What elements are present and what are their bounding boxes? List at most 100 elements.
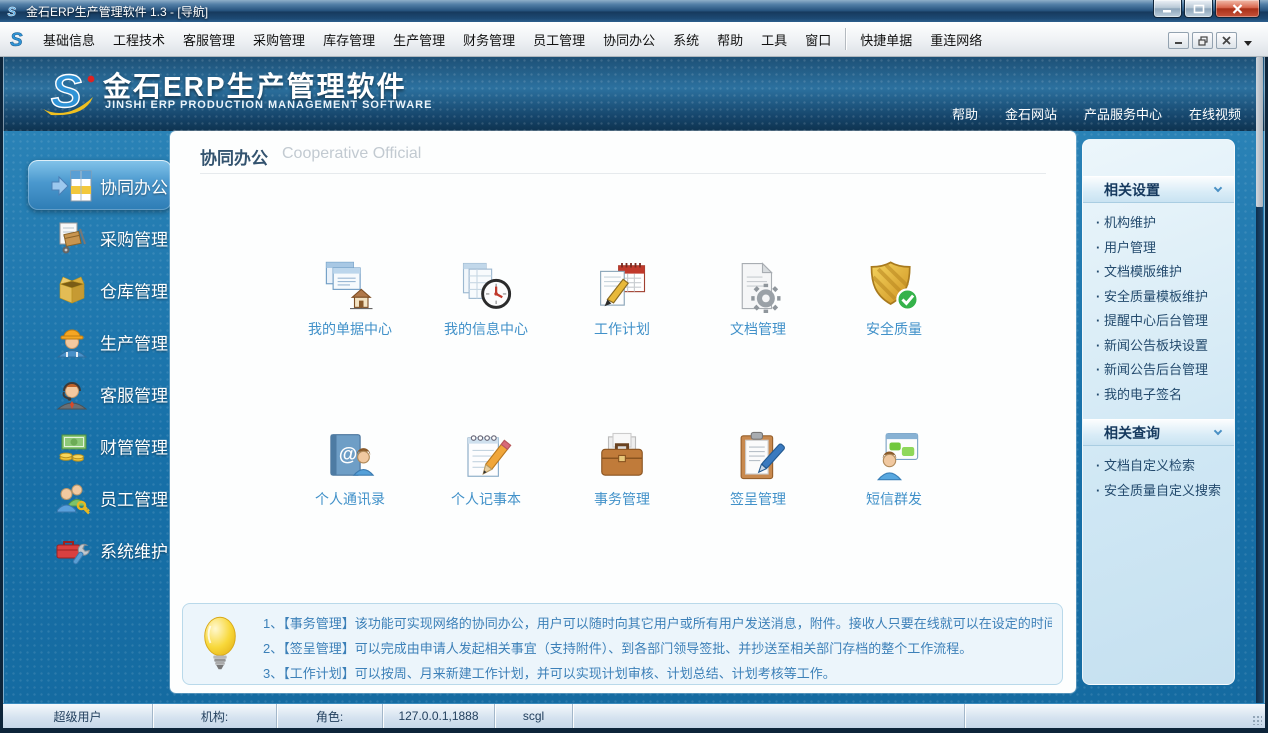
- maximize-button[interactable]: [1184, 0, 1213, 18]
- menu-logo-icon: S: [10, 30, 24, 50]
- mdi-close-button[interactable]: [1216, 32, 1237, 49]
- module-work-plan[interactable]: 工作计划: [554, 259, 690, 339]
- section-related-query[interactable]: 相关查询: [1083, 419, 1234, 446]
- menu-separator: [845, 28, 847, 50]
- header-banner: S 金石ERP生产管理软件 JINSHI ERP PRODUCTION MANA…: [3, 57, 1265, 131]
- menu-item-purchase[interactable]: 采购管理: [244, 26, 314, 53]
- module-personal-notebook[interactable]: 个人记事本: [418, 429, 554, 509]
- link-online-video[interactable]: 在线视频: [1189, 104, 1241, 123]
- link-jinshi-website[interactable]: 金石网站: [1005, 104, 1057, 123]
- module-my-bill-center[interactable]: 我的单据中心: [282, 259, 418, 339]
- tips-box: 1、【事务管理】该功能可实现网络的协同办公，用户可以随时向其它用户或所有用户发送…: [182, 603, 1063, 685]
- sidebar-item-customer-service[interactable]: 客服管理: [3, 368, 170, 420]
- purchase-icon: [49, 218, 95, 258]
- client-area: 协同办公 采购管理 仓库管理 生产管理 客服管理 财管管理 员工管理 系统维护 …: [3, 131, 1265, 703]
- main-panel: 协同办公 Cooperative Official 我的单据中心 我的信息中心 …: [170, 131, 1076, 693]
- resize-grip[interactable]: [1253, 716, 1262, 725]
- chevron-down-icon: [1213, 183, 1223, 193]
- rp-item-safety-template-maintenance[interactable]: 安全质量模板维护: [1096, 285, 1234, 310]
- module-label: 个人记事本: [451, 491, 521, 507]
- rp-item-news-admin[interactable]: 新闻公告后台管理: [1096, 358, 1234, 383]
- sidebar-item-system-maintenance[interactable]: 系统维护: [3, 524, 170, 576]
- menu-item-production[interactable]: 生产管理: [384, 26, 454, 53]
- module-label: 事务管理: [594, 491, 650, 507]
- notepad-pencil-icon: [467, 435, 512, 477]
- minimize-button[interactable]: [1153, 0, 1182, 18]
- sidebar-item-cooperative-office[interactable]: 协同办公: [3, 160, 172, 212]
- menu-item-inventory[interactable]: 库存管理: [314, 26, 384, 53]
- sidebar-item-production[interactable]: 生产管理: [3, 316, 170, 368]
- module-safety-quality[interactable]: 安全质量: [826, 259, 962, 339]
- rp-item-news-board-settings[interactable]: 新闻公告板块设置: [1096, 334, 1234, 359]
- status-org: 机构:: [153, 704, 277, 728]
- tip-line: 1、【事务管理】该功能可实现网络的协同办公，用户可以随时向其它用户或所有用户发送…: [263, 616, 1052, 631]
- sidebar-item-finance[interactable]: 财管管理: [3, 420, 170, 472]
- menu-bar: S 基础信息 工程技术 客服管理 采购管理 库存管理 生产管理 财务管理 员工管…: [0, 22, 1268, 57]
- module-label: 工作计划: [594, 321, 650, 337]
- module-personal-contacts[interactable]: @ 个人通讯录: [282, 429, 418, 509]
- sidebar-item-purchase[interactable]: 采购管理: [3, 212, 170, 264]
- rp-item-doc-template-maintenance[interactable]: 文档模版维护: [1096, 260, 1234, 285]
- status-server-address: 127.0.0.1,1888: [383, 704, 495, 728]
- people-key-icon: [49, 478, 95, 518]
- menu-item-help[interactable]: 帮助: [708, 26, 752, 53]
- rp-item-doc-custom-search[interactable]: 文档自定义检索: [1096, 454, 1234, 479]
- chevron-down-icon: [1213, 426, 1223, 436]
- menu-item-staff[interactable]: 员工管理: [524, 26, 594, 53]
- svg-text:S: S: [10, 30, 23, 50]
- module-label: 我的信息中心: [444, 321, 528, 337]
- right-edge-highlight: [1264, 57, 1265, 703]
- mdi-minimize-button[interactable]: [1168, 32, 1189, 49]
- menu-item-tools[interactable]: 工具: [752, 26, 796, 53]
- status-bar: 超级用户 机构: 角色: 127.0.0.1,1888 scgl: [3, 703, 1265, 728]
- module-sms-bulk-send[interactable]: 短信群发: [826, 429, 962, 509]
- banner-subtitle: JINSHI ERP PRODUCTION MANAGEMENT SOFTWAR…: [105, 99, 433, 111]
- mdi-menu-caret-icon[interactable]: [1244, 41, 1252, 46]
- menu-item-reconnect-network[interactable]: 重连网络: [921, 26, 991, 53]
- bill-center-icon: [325, 261, 373, 310]
- menu-item-finance[interactable]: 财务管理: [454, 26, 524, 53]
- link-help[interactable]: 帮助: [952, 104, 978, 123]
- vertical-scrollbar[interactable]: [1256, 57, 1263, 703]
- sidebar-item-warehouse[interactable]: 仓库管理: [3, 264, 170, 316]
- menu-item-system[interactable]: 系统: [664, 26, 708, 53]
- page-subtitle: Cooperative Official: [282, 145, 422, 162]
- tip-line: 3、【工作计划】可以按周、月来新建工作计划，并可以实现计划审核、计划总结、计划考…: [263, 666, 836, 681]
- module-document-management[interactable]: 文档管理: [690, 259, 826, 339]
- sidebar-item-label: 仓库管理: [100, 282, 168, 302]
- rp-item-user-management[interactable]: 用户管理: [1096, 236, 1234, 261]
- sidebar-item-staff[interactable]: 员工管理: [3, 472, 170, 524]
- close-button[interactable]: [1215, 0, 1260, 18]
- menu-item-window[interactable]: 窗口: [796, 26, 840, 53]
- sidebar-item-label: 采购管理: [100, 230, 168, 250]
- module-sign-management[interactable]: 签呈管理: [690, 429, 826, 509]
- module-my-info-center[interactable]: 我的信息中心: [418, 259, 554, 339]
- document-gear-icon: [741, 262, 781, 313]
- scrollbar-thumb[interactable]: [1256, 57, 1263, 207]
- rp-item-my-e-signature[interactable]: 我的电子签名: [1096, 383, 1234, 408]
- rp-item-org-maintenance[interactable]: 机构维护: [1096, 211, 1234, 236]
- link-product-service-center[interactable]: 产品服务中心: [1084, 104, 1162, 123]
- page-title: 协同办公: [200, 149, 268, 168]
- briefcase-icon: [601, 432, 643, 476]
- menu-item-quick-orders[interactable]: 快捷单据: [851, 26, 921, 53]
- money-icon: [49, 426, 95, 466]
- mdi-restore-button[interactable]: [1192, 32, 1213, 49]
- rp-item-safety-custom-search[interactable]: 安全质量自定义搜索: [1096, 479, 1234, 504]
- menu-item-cooperative-office[interactable]: 协同办公: [594, 26, 664, 53]
- section-related-settings[interactable]: 相关设置: [1083, 176, 1234, 203]
- menu-item-basic-info[interactable]: 基础信息: [34, 26, 104, 53]
- lightbulb-icon: [204, 616, 236, 670]
- section-title: 相关查询: [1104, 424, 1160, 441]
- menu-item-customer-service[interactable]: 客服管理: [174, 26, 244, 53]
- svg-text:@: @: [339, 445, 358, 466]
- menu-item-engineering[interactable]: 工程技术: [104, 26, 174, 53]
- module-affairs-management[interactable]: 事务管理: [554, 429, 690, 509]
- headset-person-icon: [49, 374, 95, 414]
- jinshi-logo: S: [43, 65, 95, 118]
- left-sidebar: 协同办公 采购管理 仓库管理 生产管理 客服管理 财管管理 员工管理 系统维护: [3, 160, 172, 576]
- app-window: S 金石ERP生产管理软件 1.3 - [导航] S 基础信息 工程技术 客服管…: [0, 0, 1268, 733]
- title-bar: S 金石ERP生产管理软件 1.3 - [导航]: [0, 0, 1268, 22]
- rp-item-reminder-center-admin[interactable]: 提醒中心后台管理: [1096, 309, 1234, 334]
- sms-icon: [877, 432, 919, 481]
